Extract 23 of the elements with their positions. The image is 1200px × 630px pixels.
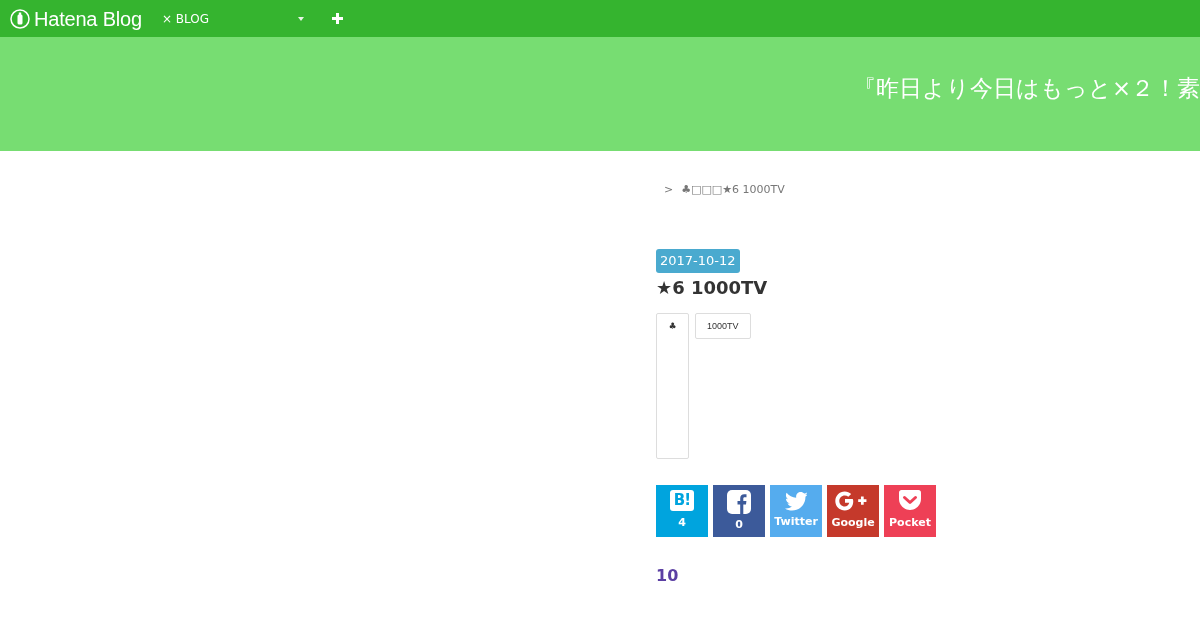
breadcrumb-separator: > <box>664 183 674 197</box>
caret-icon <box>297 16 304 21</box>
share-button[interactable]: Pocket <box>884 485 936 537</box>
bird-icon <box>784 492 808 511</box>
share-button[interactable]: Google <box>827 485 879 537</box>
bookmark-logo-icon: B! <box>670 490 694 511</box>
share-button[interactable]: 0 <box>713 485 765 537</box>
blog-menu[interactable]: × BLOG <box>161 6 304 31</box>
breadcrumb-link[interactable]: ♣□□□★6 1000TV <box>681 183 785 197</box>
entry-title[interactable]: ★6 1000TV <box>656 276 768 300</box>
logo-icon <box>10 8 30 29</box>
share-button[interactable]: Twitter <box>770 485 822 537</box>
logo-link[interactable]: Hatena Blog <box>10 7 142 30</box>
embed-text: ♣ <box>668 320 677 332</box>
entry-date[interactable]: 2017-10-12 <box>656 249 740 273</box>
star-count-link[interactable]: 10 <box>656 566 679 586</box>
share-button[interactable]: B! 4 <box>656 485 708 537</box>
pocket-icon <box>899 490 921 510</box>
add-button[interactable] <box>331 13 343 24</box>
logo-text: Hatena Blog <box>34 7 142 30</box>
facebook-f-icon <box>727 490 751 514</box>
plus-icon <box>331 13 343 24</box>
category-link[interactable]: 1000TV <box>695 313 751 339</box>
